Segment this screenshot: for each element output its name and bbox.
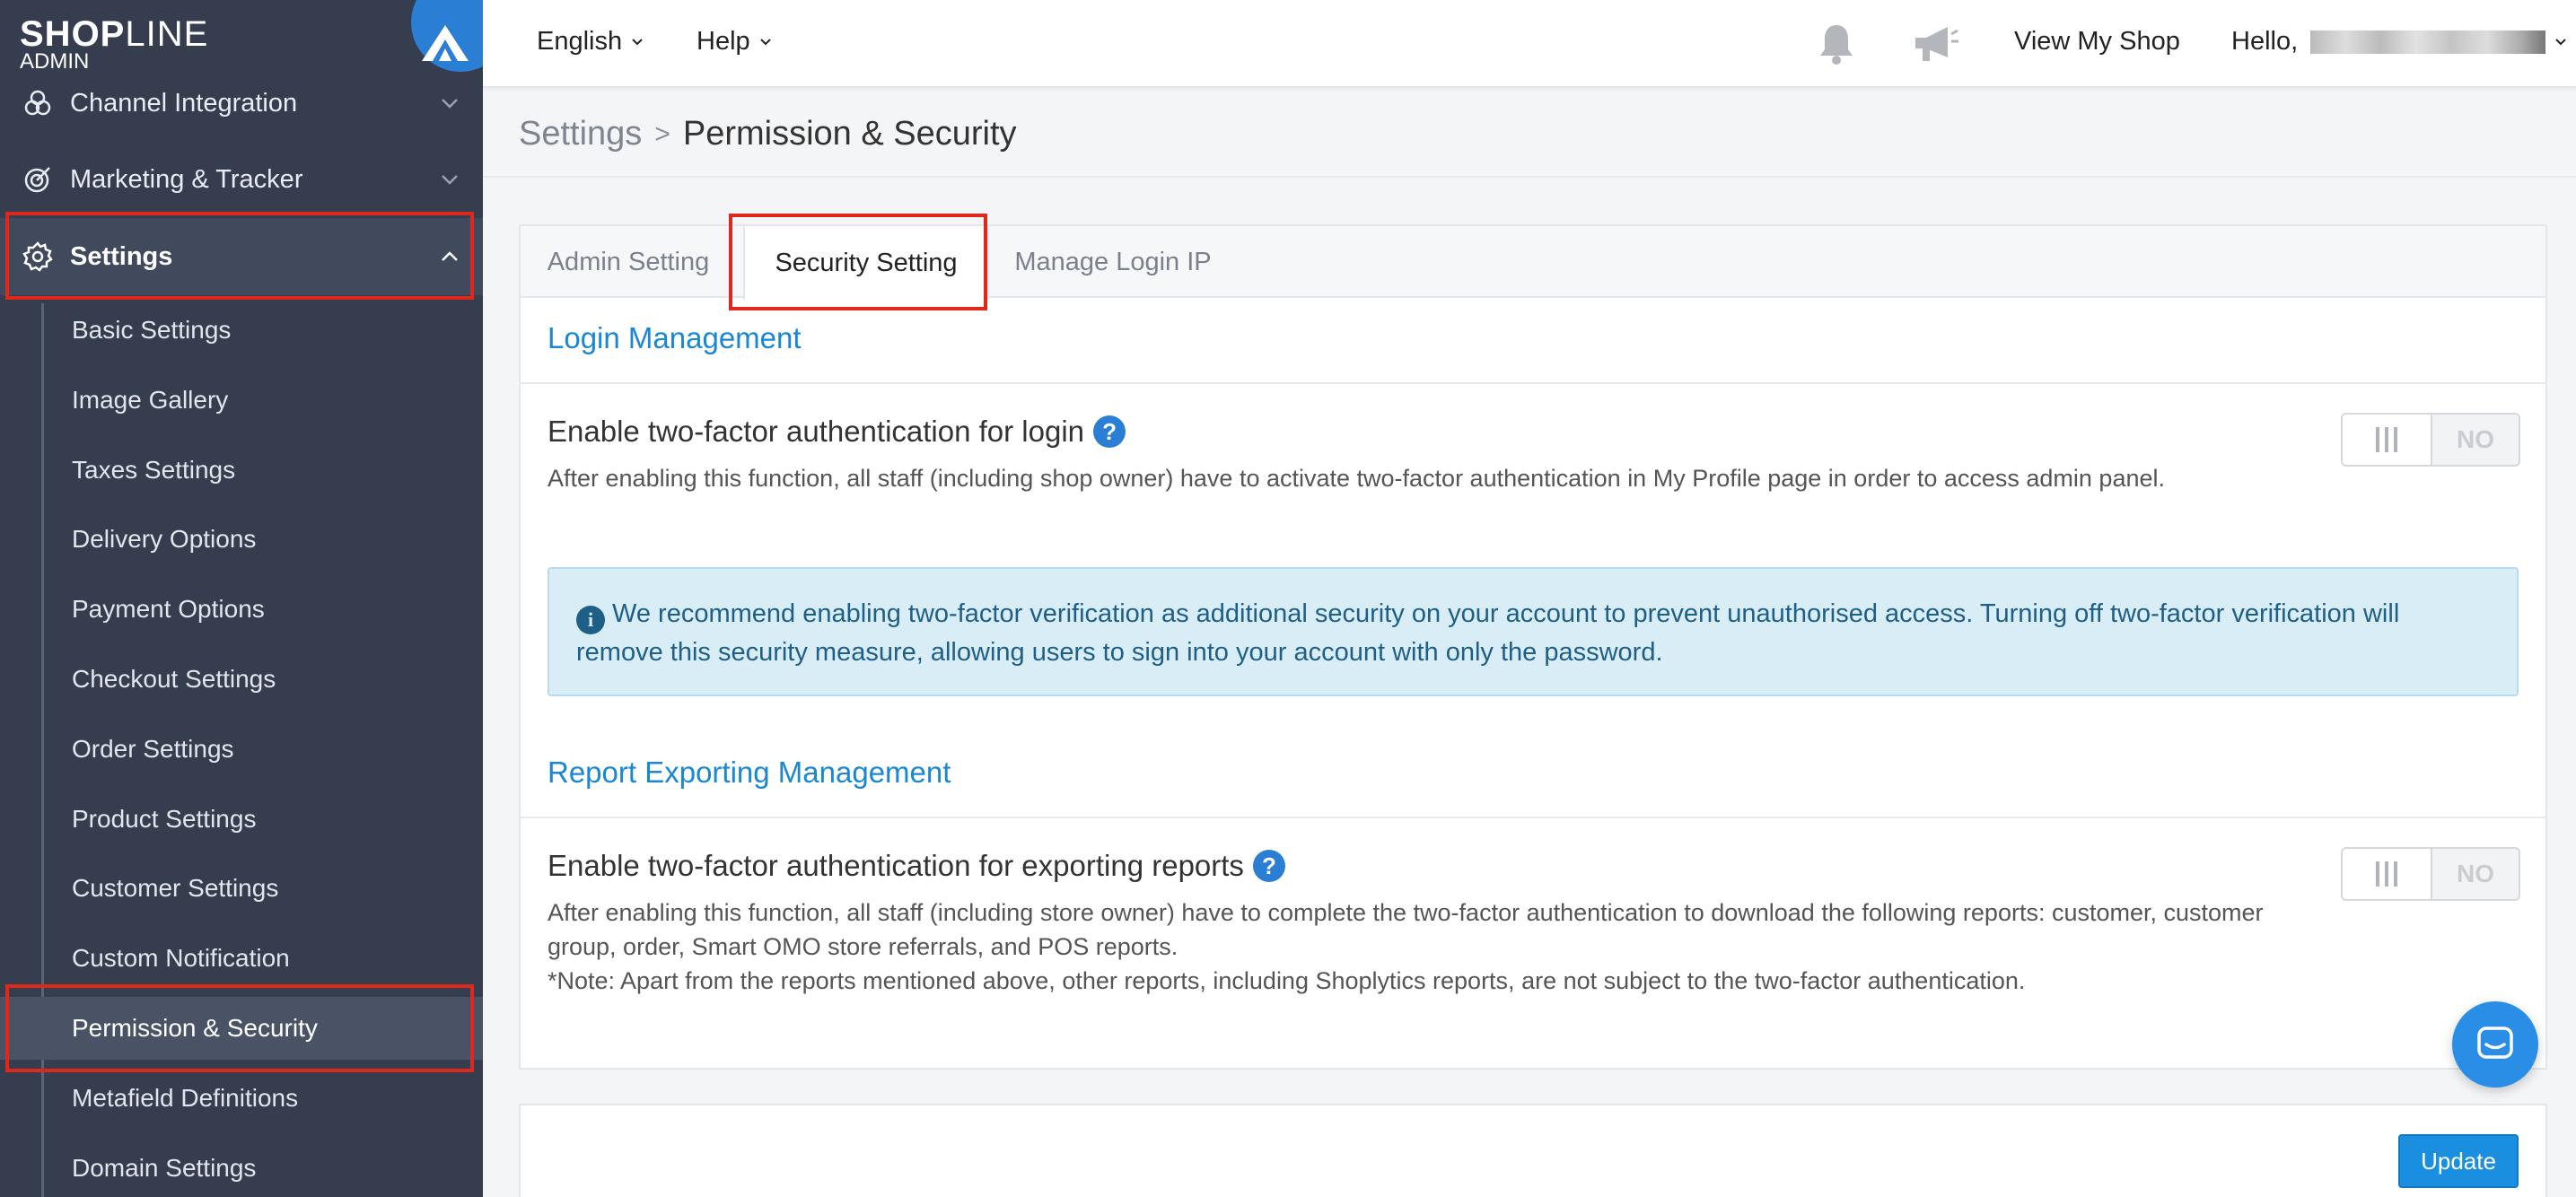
chevron-down-icon xyxy=(442,99,458,109)
sidebar-subitem-checkout-settings[interactable]: Checkout Settings xyxy=(0,648,483,711)
sidebar-subitem-metafield-definitions[interactable]: Metafield Definitions xyxy=(0,1067,483,1130)
sidebar-subitem-basic-settings[interactable]: Basic Settings xyxy=(0,299,483,362)
view-shop-label: View My Shop xyxy=(2014,27,2180,56)
breadcrumb-separator: > xyxy=(654,118,670,149)
security-settings-panel: Admin Setting Security Setting Manage Lo… xyxy=(519,224,2547,1070)
update-button[interactable]: Update xyxy=(2398,1134,2519,1188)
sidebar-subitem-order-settings[interactable]: Order Settings xyxy=(0,718,483,781)
report-2fa-description: After enabling this function, all staff … xyxy=(548,899,2264,960)
chevron-down-icon xyxy=(759,38,771,45)
bell-icon[interactable] xyxy=(1815,22,1858,71)
login-management-title: Login Management xyxy=(548,321,802,354)
chevron-down-icon xyxy=(2555,38,2566,45)
info-icon: i xyxy=(576,606,605,634)
toggle-state-label: NO xyxy=(2457,425,2494,453)
language-label: English xyxy=(537,27,623,56)
greeting-label: Hello, xyxy=(2231,27,2299,56)
sidebar-subitem-taxes-settings[interactable]: Taxes Settings xyxy=(0,439,483,502)
alert-text: We recommend enabling two-factor verific… xyxy=(576,599,2400,667)
help-icon[interactable]: ? xyxy=(1093,415,1126,448)
sidebar-subitem-delivery-options[interactable]: Delivery Options xyxy=(0,508,483,571)
sidebar-subitem-label: Basic Settings xyxy=(72,316,232,344)
chat-support-button[interactable] xyxy=(2452,1001,2538,1088)
divider xyxy=(483,176,2576,178)
highlight-box-permission-security xyxy=(5,984,474,1072)
sidebar-subitem-domain-settings[interactable]: Domain Settings xyxy=(0,1137,483,1197)
sidebar-item-label: Marketing & Tracker xyxy=(70,164,303,194)
marketing-icon xyxy=(20,162,56,197)
report-2fa-setting-title: Enable two-factor authentication for exp… xyxy=(548,849,1285,883)
brand-badge-icon[interactable] xyxy=(411,0,483,72)
sidebar-subitem-label: Domain Settings xyxy=(72,1154,257,1182)
sidebar-item-channel-integration[interactable]: Channel Integration xyxy=(0,65,483,142)
setting-label: Enable two-factor authentication for log… xyxy=(548,415,1085,448)
view-my-shop-link[interactable]: View My Shop xyxy=(2014,27,2180,57)
tab-manage-login-ip[interactable]: Manage Login IP xyxy=(996,226,1230,298)
sidebar-subitem-label: Custom Notification xyxy=(72,944,290,972)
language-dropdown[interactable]: English xyxy=(537,27,645,57)
report-exporting-management-title: Report Exporting Management xyxy=(548,756,951,789)
sidebar-subitem-label: Order Settings xyxy=(72,735,234,763)
divider xyxy=(521,382,2545,384)
megaphone-icon[interactable] xyxy=(1910,22,1960,71)
top-bar: English Help View My Shop Hello, xyxy=(483,0,2576,88)
page-title: Permission & Security xyxy=(682,115,1017,153)
toggle-state-label: NO xyxy=(2457,860,2494,887)
sidebar-subitem-label: Customer Settings xyxy=(72,874,279,902)
sidebar-subitem-image-gallery[interactable]: Image Gallery xyxy=(0,369,483,432)
sidebar-subitem-customer-settings[interactable]: Customer Settings xyxy=(0,857,483,920)
sidebar-subitem-label: Metafield Definitions xyxy=(72,1084,299,1112)
sidebar-subitem-label: Taxes Settings xyxy=(72,456,236,484)
login-2fa-description: After enabling this function, all staff … xyxy=(548,465,2165,492)
logo-text: SHOPLINE xyxy=(20,14,209,54)
action-footer xyxy=(519,1104,2547,1197)
channel-icon xyxy=(20,85,56,121)
sidebar-subitem-label: Checkout Settings xyxy=(72,665,276,693)
help-icon[interactable]: ? xyxy=(1252,850,1285,882)
sidebar-subitem-label: Image Gallery xyxy=(72,386,229,414)
tab-label: Admin Setting xyxy=(547,247,710,276)
help-dropdown[interactable]: Help xyxy=(697,27,774,57)
chevron-down-icon xyxy=(442,175,458,185)
toggle-handle xyxy=(2343,849,2432,899)
sidebar-subitem-label: Product Settings xyxy=(72,805,257,833)
chat-icon xyxy=(2477,1027,2513,1059)
sidebar-subitem-custom-notification[interactable]: Custom Notification xyxy=(0,927,483,990)
help-label: Help xyxy=(697,27,750,56)
tab-label: Manage Login IP xyxy=(1014,247,1212,276)
setting-label: Enable two-factor authentication for exp… xyxy=(548,849,1244,882)
highlight-box-security-tab xyxy=(729,214,987,310)
breadcrumb: Settings > Permission & Security xyxy=(519,115,1017,153)
redacted-username xyxy=(2310,30,2546,54)
report-2fa-note: *Note: Apart from the reports mentioned … xyxy=(548,967,2026,994)
chevron-down-icon xyxy=(632,38,643,45)
tab-admin-setting[interactable]: Admin Setting xyxy=(521,226,736,298)
toggle-handle xyxy=(2343,415,2432,465)
sidebar-subitem-payment-options[interactable]: Payment Options xyxy=(0,578,483,641)
sidebar-subitem-label: Delivery Options xyxy=(72,525,257,553)
login-2fa-toggle[interactable]: NO xyxy=(2341,413,2520,467)
user-menu[interactable]: Hello, xyxy=(2231,27,2569,57)
report-2fa-toggle[interactable]: NO xyxy=(2341,847,2520,901)
security-recommendation-alert: i We recommend enabling two-factor verifi… xyxy=(548,567,2519,696)
sidebar-item-label: Channel Integration xyxy=(70,88,298,118)
sidebar-subitem-product-settings[interactable]: Product Settings xyxy=(0,788,483,851)
login-2fa-setting-title: Enable two-factor authentication for log… xyxy=(548,415,1126,449)
divider xyxy=(521,817,2545,818)
highlight-box-settings xyxy=(5,212,474,300)
sidebar-subitem-label: Payment Options xyxy=(72,595,265,623)
sidebar-item-marketing-tracker[interactable]: Marketing & Tracker xyxy=(0,141,483,218)
breadcrumb-parent-link[interactable]: Settings xyxy=(519,115,642,153)
